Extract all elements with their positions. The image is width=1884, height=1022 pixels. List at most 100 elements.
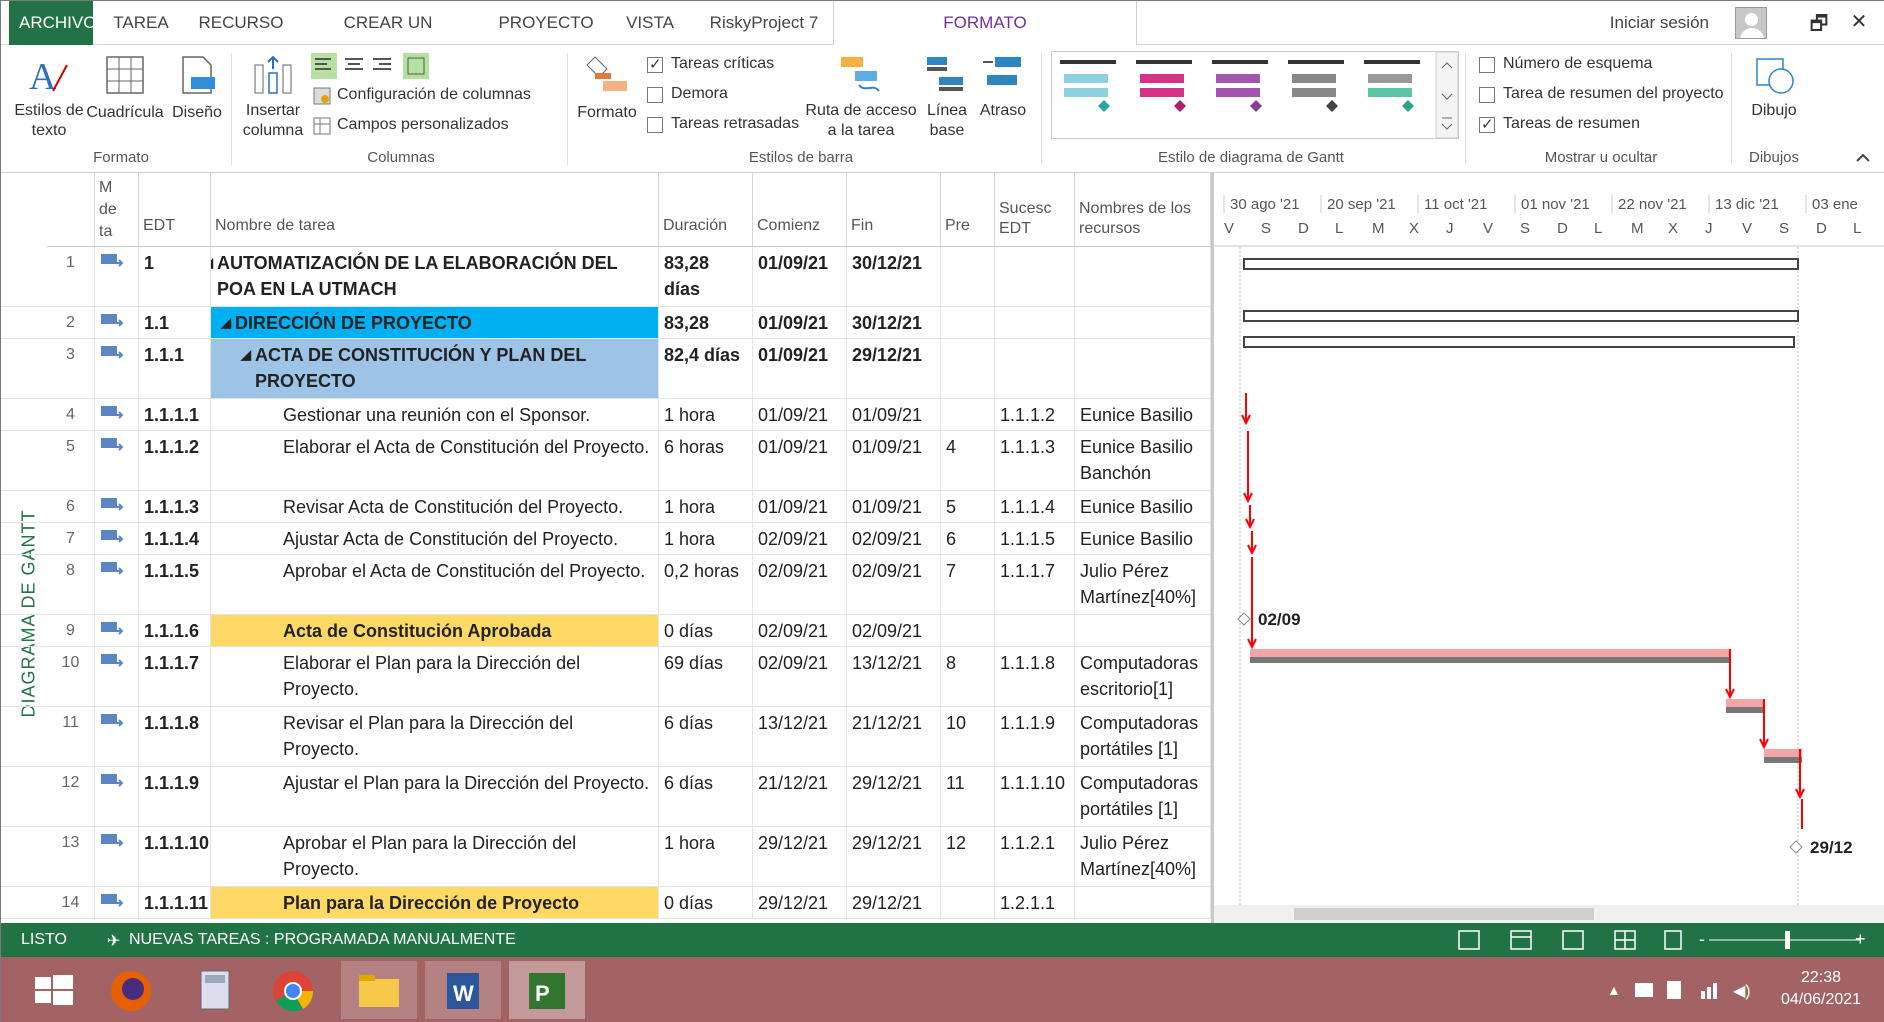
drawing-icon[interactable]	[1753, 53, 1797, 97]
collapse-arrow-icon[interactable]: ◢	[241, 342, 251, 368]
cell-fin[interactable]: 01/09/21	[847, 399, 941, 430]
cell-name[interactable]: Plan para la Dirección de Proyecto	[211, 887, 659, 918]
cell-succ[interactable]: 1.1.1.8	[995, 647, 1075, 706]
project-icon[interactable]: P	[509, 961, 585, 1019]
collapse-arrow-icon[interactable]: ◢	[221, 310, 231, 336]
cell-dur[interactable]: 6 horas	[659, 431, 753, 490]
cell-res[interactable]	[1075, 887, 1211, 918]
cell-res[interactable]	[1075, 339, 1211, 398]
cell-res[interactable]: Computadoras portátiles [1]	[1075, 767, 1211, 826]
cell-start[interactable]: 02/09/21	[753, 647, 847, 706]
cell-pred[interactable]: 12	[941, 827, 995, 886]
cell-succ[interactable]: 1.1.1.9	[995, 707, 1075, 766]
cell-fin[interactable]: 01/09/21	[847, 431, 941, 490]
cell-pred[interactable]: 4	[941, 431, 995, 490]
task-row[interactable]: 8 1.1.1.5 Aprobar el Acta de Constitución …	[1, 555, 1211, 615]
restore-window-icon[interactable]: 🗗	[1805, 9, 1833, 43]
cell-fin[interactable]: 02/09/21	[847, 555, 941, 614]
task-row[interactable]: 5 1.1.1.2 Elaborar el Acta de Constitución…	[1, 431, 1211, 491]
cell-start[interactable]: 21/12/21	[753, 767, 847, 826]
cell-res[interactable]	[1075, 307, 1211, 338]
cell-pred[interactable]	[941, 615, 995, 646]
cell-name[interactable]: Elaborar el Acta de Constitución del Pro…	[211, 431, 659, 490]
cell-fin[interactable]: 29/12/21	[847, 339, 941, 398]
task-path-dropdown[interactable]: Ruta de acceso a la tarea	[801, 101, 921, 141]
cell-dur[interactable]: 1 hora	[659, 491, 753, 522]
cell-dur[interactable]: 1 hora	[659, 523, 753, 554]
cell-dur[interactable]: 0 días	[659, 887, 753, 918]
cell-edt[interactable]: 1.1	[139, 307, 211, 338]
cell-edt[interactable]: 1.1.1.7	[139, 647, 211, 706]
cell-name[interactable]: Gestionar una reunión con el Sponsor.	[211, 399, 659, 430]
cell-succ[interactable]	[995, 247, 1075, 306]
task-row[interactable]: 3 1.1.1 ◢ ACTA DE CONSTITUCIÓN Y PLAN DEL P…	[1, 339, 1211, 399]
collapse-arrow-icon[interactable]: ◢	[211, 250, 213, 276]
task-row[interactable]: 4 1.1.1.1 Gestionar una reunión con el Spo…	[1, 399, 1211, 431]
summary-tasks-checkbox[interactable]	[1479, 115, 1495, 133]
cell-start[interactable]: 02/09/21	[753, 615, 847, 646]
cell-pred[interactable]: 10	[941, 707, 995, 766]
cell-edt[interactable]: 1.1.1.9	[139, 767, 211, 826]
drawing-dropdown[interactable]: Dibujo	[1743, 101, 1805, 121]
cell-res[interactable]: Julio Pérez Martínez[40%]	[1075, 827, 1211, 886]
cell-pred[interactable]: 8	[941, 647, 995, 706]
slippage-icon[interactable]	[981, 53, 1025, 97]
col-header-task-name[interactable]: Nombre de tarea	[211, 173, 659, 247]
task-row[interactable]: 14 1.1.1.11 Plan para la Dirección de Proy…	[1, 887, 1211, 919]
cell-edt[interactable]: 1.1.1.3	[139, 491, 211, 522]
cell-edt[interactable]: 1.1.1.8	[139, 707, 211, 766]
task-row[interactable]: 13 1.1.1.10 Aprobar el Plan para la Direcc…	[1, 827, 1211, 887]
cell-edt[interactable]: 1.1.1.11	[139, 887, 211, 918]
tab-formato[interactable]: FORMATO	[833, 1, 1137, 45]
cell-res[interactable]	[1075, 247, 1211, 306]
cell-dur[interactable]: 83,28 días	[659, 307, 753, 338]
late-tasks-checkbox[interactable]	[647, 117, 663, 133]
system-tray-icons[interactable]: ▲ ◀)	[1605, 977, 1755, 1003]
cell-dur[interactable]: 83,28 días	[659, 247, 753, 306]
cell-start[interactable]: 01/09/21	[753, 339, 847, 398]
task-row[interactable]: 10 1.1.1.7 Elaborar el Plan para la Direcc…	[1, 647, 1211, 707]
task-row[interactable]: 9 1.1.1.6 Acta de Constitución Aprobada 0 d…	[1, 615, 1211, 647]
task-row[interactable]: 11◢AUTOMATIZACIÓN DE LA ELABORACIÓN DEL …	[1, 247, 1211, 307]
outline-number-checkbox[interactable]	[1479, 57, 1495, 73]
task-row[interactable]: 11 1.1.1.8 Revisar el Plan para la Direcci…	[1, 707, 1211, 767]
align-buttons-icon[interactable]	[311, 53, 435, 79]
col-header-successors[interactable]: Sucesc EDT	[995, 173, 1075, 247]
slippage-dropdown[interactable]: Atraso	[973, 101, 1033, 121]
cell-name[interactable]: Ajustar el Plan para la Dirección del Pr…	[211, 767, 659, 826]
view-shortcuts[interactable]: - +	[1451, 927, 1871, 953]
close-window-icon[interactable]: ✕	[1845, 9, 1873, 34]
cell-dur[interactable]: 69 días	[659, 647, 753, 706]
sign-in-link[interactable]: Iniciar sesión	[1610, 1, 1709, 45]
col-header-resources[interactable]: Nombres de los recursos	[1075, 173, 1211, 247]
cell-pred[interactable]	[941, 247, 995, 306]
slack-checkbox[interactable]	[647, 87, 663, 103]
project-summary-checkbox[interactable]	[1479, 87, 1495, 103]
tab-crear-informe[interactable]: CREAR UN INFORME	[303, 1, 473, 76]
cell-name[interactable]: Revisar el Plan para la Dirección del Pr…	[211, 707, 659, 766]
cell-succ[interactable]: 1.1.1.4	[995, 491, 1075, 522]
gantt-style-gallery[interactable]	[1051, 51, 1459, 139]
cell-dur[interactable]: 6 días	[659, 767, 753, 826]
custom-fields-button[interactable]: Campos personalizados	[337, 115, 537, 135]
task-row[interactable]: 12 1.1.1.9 Ajustar el Plan para la Direcci…	[1, 767, 1211, 827]
cell-edt[interactable]: 1.1.1.5	[139, 555, 211, 614]
cell-res[interactable]: Julio Pérez Martínez[40%]	[1075, 555, 1211, 614]
cell-pred[interactable]	[941, 887, 995, 918]
cell-succ[interactable]	[995, 307, 1075, 338]
cell-succ[interactable]: 1.1.2.1	[995, 827, 1075, 886]
cell-name[interactable]: Revisar Acta de Constitución del Proyect…	[211, 491, 659, 522]
cell-start[interactable]: 13/12/21	[753, 707, 847, 766]
cell-start[interactable]: 02/09/21	[753, 555, 847, 614]
cell-dur[interactable]: 0 días	[659, 615, 753, 646]
cell-fin[interactable]: 13/12/21	[847, 647, 941, 706]
cell-start[interactable]: 01/09/21	[753, 491, 847, 522]
user-avatar-icon[interactable]	[1735, 7, 1767, 39]
cell-res[interactable]: Computadoras escritorio[1]	[1075, 647, 1211, 706]
cell-pred[interactable]	[941, 339, 995, 398]
word-icon[interactable]: W	[425, 961, 501, 1019]
text-styles-button[interactable]: Estilos de texto	[13, 101, 85, 141]
cell-res[interactable]: Computadoras portátiles [1]	[1075, 707, 1211, 766]
cell-start[interactable]: 29/12/21	[753, 827, 847, 886]
cell-res[interactable]	[1075, 615, 1211, 646]
